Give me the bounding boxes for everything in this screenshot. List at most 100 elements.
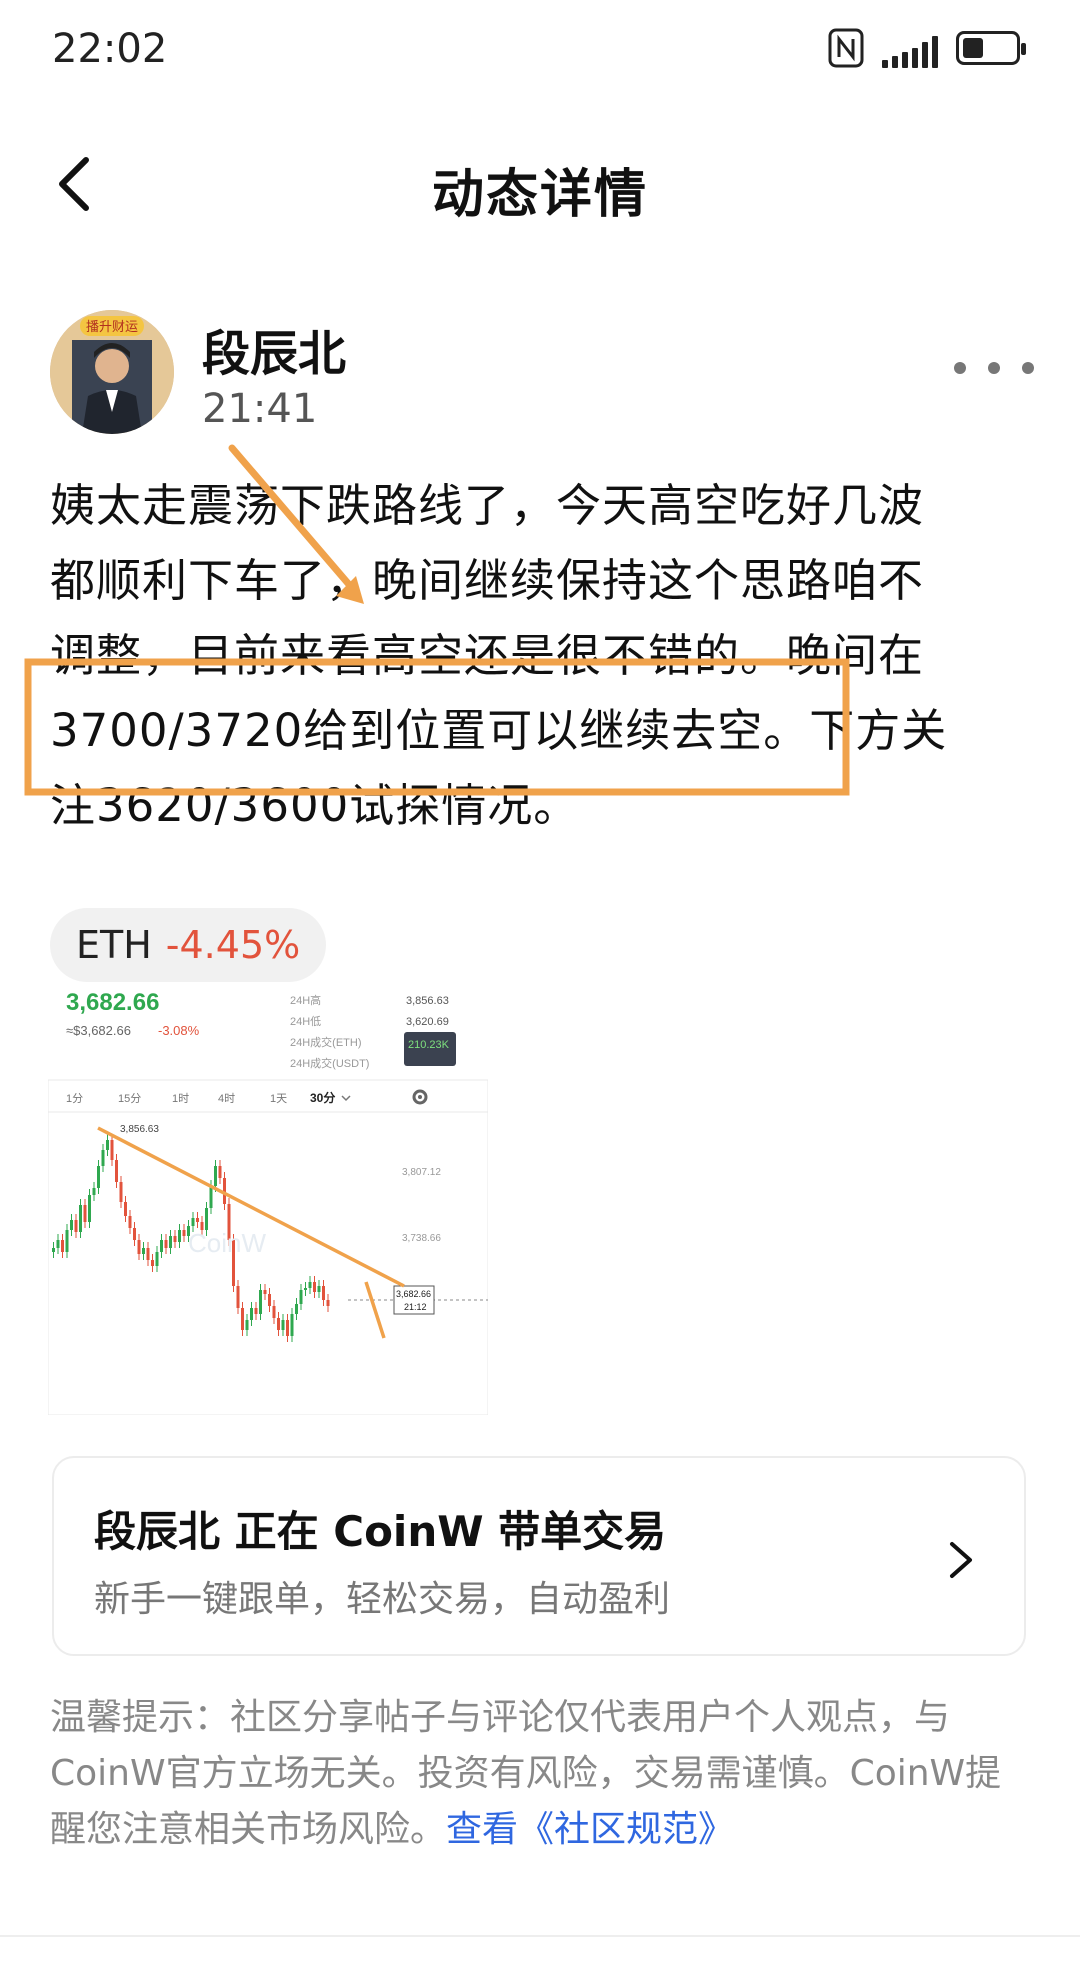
chart-watermark: CoinW <box>188 1228 266 1258</box>
interval-tab: 15分 <box>118 1092 141 1105</box>
candle-body <box>70 1220 73 1230</box>
candle-body <box>241 1308 244 1330</box>
nfc-icon <box>828 28 864 68</box>
stat-value: 3,856.63 <box>406 995 449 1007</box>
candle-body <box>79 1205 82 1232</box>
candle-body <box>92 1188 96 1195</box>
candle-body <box>164 1240 168 1248</box>
post-image[interactable]: 3,682.66 ≈$3,682.66 -3.08% 24H高 3,856.63… <box>47 989 489 1416</box>
coin-tag[interactable]: ETH -4.45% <box>50 908 327 982</box>
candle-body <box>110 1140 114 1160</box>
candle-body <box>326 1300 330 1306</box>
candle-body <box>97 1166 100 1188</box>
post-line: 3700/3720给到位置可以继续去空。下方关 <box>50 704 948 757</box>
chart-sub-price: ≈$3,682.66 <box>66 1023 131 1038</box>
candle-body <box>178 1230 181 1242</box>
interval-tab: 1时 <box>172 1092 189 1105</box>
interval-tab-active: 30分 <box>310 1090 335 1105</box>
candle-body <box>290 1314 294 1336</box>
candle-body <box>133 1228 136 1240</box>
candle-body <box>88 1195 91 1222</box>
copy-trade-title: 段辰北 正在 CoinW 带单交易 <box>94 1507 667 1556</box>
more-dots-icon[interactable] <box>954 348 1034 388</box>
candle-body <box>74 1220 78 1232</box>
page-title: 动态详情 <box>431 165 648 225</box>
candle-body <box>146 1248 150 1260</box>
nav-bar: 动态详情 <box>0 130 1080 240</box>
candle-body <box>236 1286 240 1308</box>
post-time: 21:41 <box>202 386 318 432</box>
coin-symbol: ETH <box>76 923 152 967</box>
copy-trade-subtitle: 新手一键跟单，轻松交易，自动盈利 <box>94 1579 671 1620</box>
stat-label: 24H高 <box>290 993 321 1007</box>
high-label: 3,856.63 <box>120 1124 159 1135</box>
candle-body <box>295 1304 298 1314</box>
candle-body <box>106 1140 109 1150</box>
candle-body <box>250 1308 253 1320</box>
candle-body <box>56 1240 60 1248</box>
candle-body <box>313 1282 316 1292</box>
candle-body <box>137 1240 141 1254</box>
candle-body <box>272 1306 276 1318</box>
chart-price: 3,682.66 <box>66 990 159 1016</box>
candle-body <box>196 1218 199 1222</box>
interval-tab: 4时 <box>218 1092 235 1105</box>
candle-body <box>191 1218 195 1226</box>
candle-body <box>263 1290 267 1294</box>
candle-body <box>65 1230 69 1252</box>
candle-body <box>304 1288 307 1290</box>
candle-body <box>281 1320 285 1330</box>
stat-value: 210.23K <box>408 1039 450 1051</box>
candle-body <box>205 1208 208 1230</box>
avatar[interactable]: 播升财运 <box>50 310 174 434</box>
status-bar: 22:02 <box>0 0 1080 100</box>
candle-body <box>169 1236 172 1248</box>
disclaimer: 温馨提示：社区分享帖子与评论仅代表用户个人观点，与CoinW官方立场无关。投资有… <box>50 1690 1034 1858</box>
candle-body <box>83 1205 87 1222</box>
stat-label: 24H成交(ETH) <box>290 1035 362 1049</box>
candle-body <box>299 1290 303 1304</box>
candle-body <box>52 1248 55 1252</box>
candle-body <box>101 1150 105 1166</box>
candle-body <box>119 1182 123 1202</box>
candle-body <box>173 1236 177 1242</box>
candle-body <box>308 1282 312 1288</box>
candle-body <box>277 1318 280 1330</box>
candle-body <box>286 1320 289 1336</box>
candle-body <box>245 1320 249 1330</box>
post-line: 都顺利下车了，晚间继续保持这个思路咱不 <box>50 554 925 607</box>
copy-trade-card[interactable]: 段辰北 正在 CoinW 带单交易 新手一键跟单，轻松交易，自动盈利 <box>52 1456 1026 1656</box>
last-time-label: 21:12 <box>404 1302 427 1312</box>
divider <box>0 1935 1080 1937</box>
author-name[interactable]: 段辰北 <box>202 314 346 384</box>
community-rules-link[interactable]: 查看《社区规范》 <box>446 1809 734 1850</box>
candle-body <box>151 1260 154 1266</box>
chevron-right-icon <box>950 1542 972 1578</box>
candle-body <box>209 1186 213 1208</box>
candle-body <box>268 1294 271 1306</box>
candle-body <box>128 1216 132 1228</box>
author-row: 播升财运 段辰北 21:41 <box>50 310 1034 440</box>
status-icons <box>828 28 1026 68</box>
candle-body <box>317 1286 321 1292</box>
avatar-badge: 播升财运 <box>86 320 138 335</box>
post-line: 姨太走震荡下跌路线了，今天高空吃好几波 <box>50 479 925 532</box>
chart-screenshot: 3,682.66 ≈$3,682.66 -3.08% 24H高 3,856.63… <box>47 989 489 1416</box>
coin-change: -4.45% <box>165 923 301 967</box>
post-line: 调整，目前来看高空还是很不错的。晚间在 <box>50 629 925 682</box>
candle-body <box>155 1252 159 1266</box>
stat-value: 3,620.69 <box>406 1016 449 1028</box>
chart-sub-change: -3.08% <box>158 1023 200 1038</box>
stat-label: 24H成交(USDT) <box>290 1056 369 1070</box>
candle-body <box>182 1230 186 1236</box>
candle-body <box>214 1166 217 1186</box>
y-tick: 3,807.12 <box>402 1167 441 1178</box>
last-price-label: 3,682.66 <box>396 1289 431 1299</box>
candle-body <box>322 1286 325 1300</box>
candle-body <box>61 1240 64 1252</box>
stat-label: 24H低 <box>290 1015 321 1028</box>
candle-body <box>124 1202 127 1216</box>
candle-body <box>254 1308 258 1314</box>
interval-tab: 1天 <box>270 1093 287 1105</box>
status-time: 22:02 <box>52 26 168 72</box>
